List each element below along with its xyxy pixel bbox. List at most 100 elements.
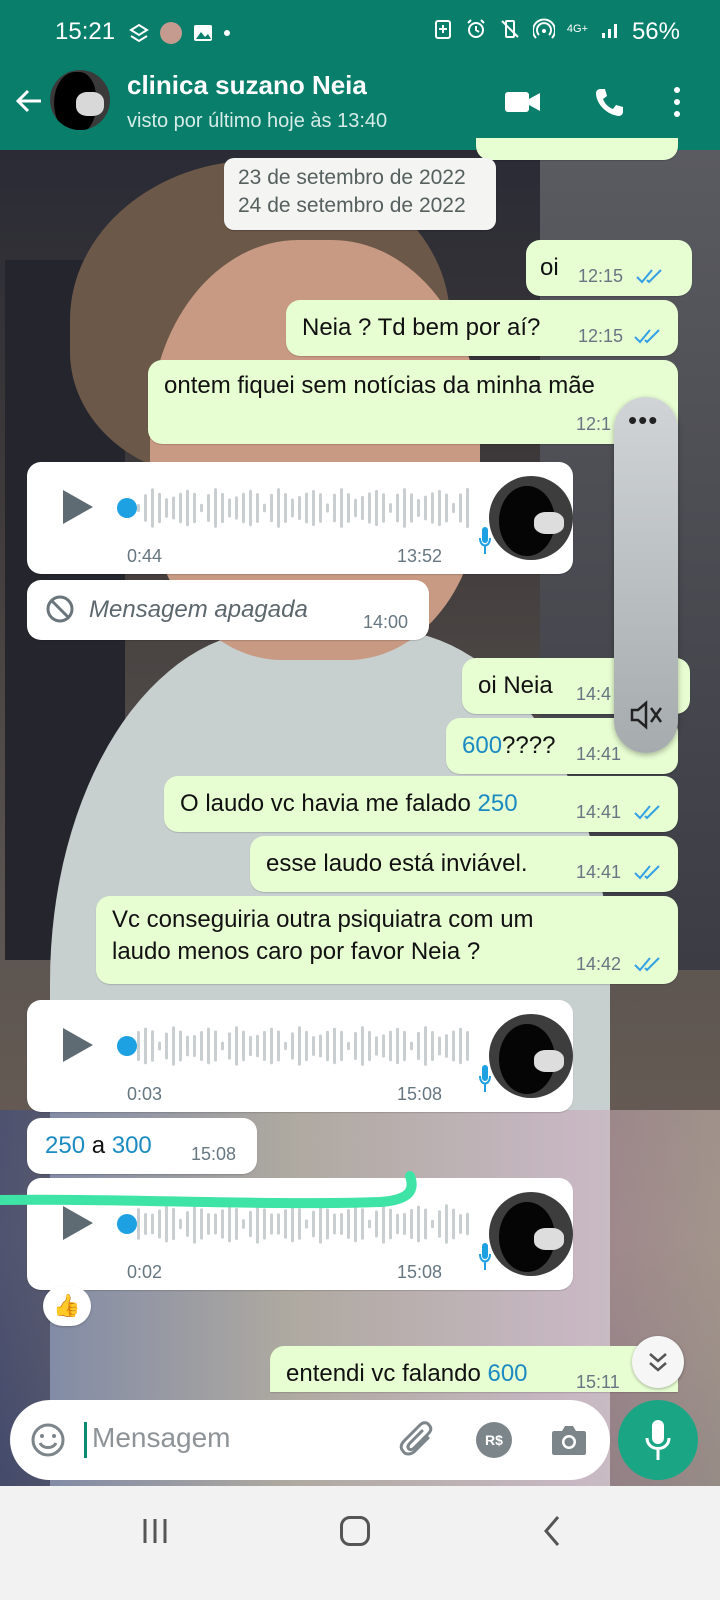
more-options-icon[interactable] <box>672 86 682 118</box>
payment-icon[interactable]: R$ <box>476 1422 512 1458</box>
playback-position-dot[interactable] <box>117 1036 137 1056</box>
message-time: 14:00 <box>363 612 409 632</box>
volume-more-icon[interactable]: ••• <box>628 407 658 433</box>
message-time: 13:52 <box>397 546 443 566</box>
volume-panel[interactable]: ••• <box>614 397 678 753</box>
emoji-icon[interactable] <box>30 1422 66 1458</box>
sender-avatar <box>489 476 573 560</box>
date-separator: 23 de setembro de 2022 24 de setembro de… <box>224 158 496 230</box>
waveform[interactable] <box>137 1024 477 1068</box>
voice-duration: 0:03 <box>127 1084 163 1104</box>
message-time: 12:1 <box>576 414 612 434</box>
date-current: 23 de setembro de 2022 <box>238 166 466 189</box>
deleted-icon <box>46 595 74 623</box>
message-text: ontem fiquei sem notícias da minha mãe <box>164 372 595 399</box>
waveform[interactable] <box>137 486 477 530</box>
message-text-line-1: Vc conseguiria outra psiquiatra com um <box>112 906 534 933</box>
image-icon <box>194 25 212 41</box>
message-time: 14:41 <box>576 802 622 822</box>
voice-duration: 0:02 <box>127 1262 163 1282</box>
message-time: 14:42 <box>576 954 622 974</box>
attach-icon[interactable] <box>398 1420 438 1460</box>
battery-saver-icon <box>434 20 451 39</box>
message-input-bar[interactable]: Mensagem R$ <box>10 1400 610 1480</box>
voice-message[interactable]: 0:44 13:52 <box>27 462 573 574</box>
message-text: Mensagem apagada <box>89 596 308 623</box>
message-text: 600???? <box>462 732 556 759</box>
deleted-message[interactable]: Mensagem apagada 14:00 <box>27 580 429 640</box>
nav-back-icon[interactable] <box>540 1514 564 1548</box>
mic-icon <box>479 1243 491 1270</box>
app-notification-icon <box>129 23 149 43</box>
message-time: 14:41 <box>576 862 622 882</box>
chat-header: 15:21 4G+ 56% clinica suzano Neia visto … <box>0 0 720 150</box>
message-text-line-2: laudo menos caro por favor Neia ? <box>112 938 481 965</box>
play-icon[interactable] <box>63 1028 93 1062</box>
phone-number-link[interactable]: 250 <box>478 790 518 817</box>
message-time: 15:11 <box>576 1372 620 1392</box>
previous-message-bubble <box>476 138 678 160</box>
recent-apps-icon[interactable] <box>140 1516 170 1546</box>
message-bubble-outgoing[interactable]: esse laudo está inviável. 14:41 <box>250 836 678 892</box>
reaction-badge[interactable]: 👍 <box>43 1286 91 1326</box>
message-time: 15:08 <box>397 1084 443 1104</box>
message-text: entendi vc falando 600 <box>286 1360 528 1387</box>
status-bar: 15:21 4G+ 56% <box>0 0 720 66</box>
date-next: 24 de setembro de 2022 <box>238 194 466 212</box>
vibrate-mute-icon <box>501 20 519 38</box>
mute-icon[interactable] <box>628 697 664 733</box>
message-text: oi Neia <box>478 672 553 699</box>
phone-number-link[interactable]: 300 <box>112 1132 152 1159</box>
playback-position-dot[interactable] <box>117 498 137 518</box>
status-time: 15:21 <box>55 18 116 45</box>
read-ticks-icon <box>636 269 662 284</box>
voice-duration: 0:44 <box>127 546 163 566</box>
message-time: 14:4 <box>576 684 612 704</box>
message-bubble-outgoing[interactable]: oi 12:15 <box>526 240 692 296</box>
sender-avatar <box>489 1014 573 1098</box>
mic-icon <box>479 1065 491 1092</box>
hotspot-icon <box>532 18 555 39</box>
scroll-down-icon <box>649 1353 667 1372</box>
network-type: 4G+ <box>566 23 588 35</box>
camera-icon[interactable] <box>550 1422 588 1458</box>
message-bubble-outgoing[interactable]: entendi vc falando 600 15:11 <box>270 1346 678 1392</box>
phone-number-link[interactable]: 600 <box>487 1360 527 1387</box>
message-bubble-outgoing[interactable]: O laudo vc havia me falado 250 14:41 <box>164 776 678 832</box>
play-icon[interactable] <box>63 490 93 524</box>
phone-number-link[interactable]: 250 <box>45 1132 85 1159</box>
notification-icons <box>128 22 230 44</box>
video-call-icon[interactable] <box>505 90 541 114</box>
message-time: 14:41 <box>576 744 622 764</box>
message-input[interactable]: Mensagem <box>92 1422 231 1454</box>
drawn-annotation-line <box>0 1171 417 1209</box>
message-bubble-outgoing[interactable]: Vc conseguiria outra psiquiatra com um l… <box>96 896 678 984</box>
message-time: 15:08 <box>397 1262 443 1282</box>
read-ticks-icon <box>634 805 660 820</box>
message-time: 15:08 <box>191 1144 237 1164</box>
system-icons: 4G+ <box>433 18 622 40</box>
battery-percent: 56% <box>631 18 680 45</box>
message-time: 12:15 <box>578 326 624 346</box>
message-text: oi <box>540 254 559 281</box>
contact-name[interactable]: clinica suzano Neia <box>127 70 367 101</box>
read-ticks-icon <box>634 957 660 972</box>
phone-icon[interactable] <box>593 86 625 118</box>
message-bubble-outgoing[interactable]: Neia ? Td bem por aí? 12:15 <box>286 300 678 356</box>
back-arrow-icon[interactable] <box>14 86 44 116</box>
message-text: Neia ? Td bem por aí? <box>302 314 541 341</box>
alarm-icon <box>467 19 485 38</box>
home-icon[interactable] <box>340 1516 370 1546</box>
message-bubble-outgoing[interactable]: ontem fiquei sem notícias da minha mãe 1… <box>148 360 678 444</box>
phone-number-link[interactable]: 600 <box>462 732 502 759</box>
system-navigation-bar <box>0 1486 720 1600</box>
message-time: 12:15 <box>578 266 624 286</box>
message-bubble-incoming[interactable]: 250 a 300 15:08 <box>27 1118 257 1174</box>
read-ticks-icon <box>634 865 660 880</box>
voice-record-button[interactable] <box>618 1400 698 1480</box>
message-text: O laudo vc havia me falado 250 <box>180 790 518 817</box>
voice-message[interactable]: 0:03 15:08 <box>27 1000 573 1112</box>
scroll-down-button[interactable] <box>632 1336 684 1388</box>
read-ticks-icon <box>634 329 660 344</box>
contact-avatar[interactable] <box>50 70 110 130</box>
